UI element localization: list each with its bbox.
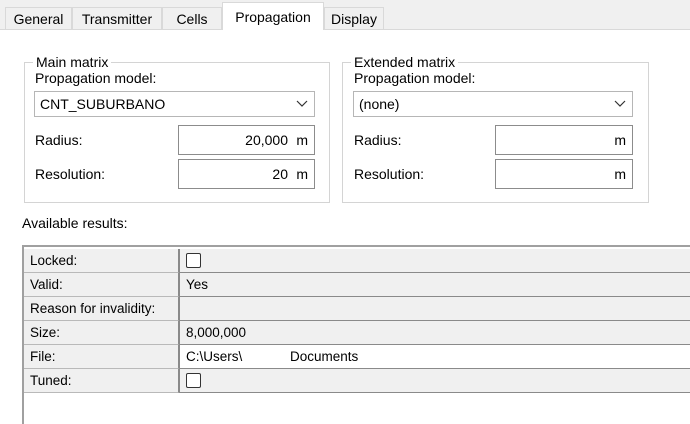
available-results-label: Available results: bbox=[22, 215, 128, 231]
main-propagation-model-select[interactable]: CNT_SUBURBANO bbox=[34, 91, 315, 117]
chevron-down-icon bbox=[614, 100, 626, 107]
tuned-checkbox[interactable] bbox=[186, 373, 201, 388]
extended-resolution-field[interactable]: m bbox=[495, 159, 633, 189]
size-value: 8,000,000 bbox=[186, 325, 247, 340]
table-row: Reason for invalidity: bbox=[24, 297, 690, 321]
reason-for-invalidity-value bbox=[179, 297, 690, 321]
main-radius-label: Radius: bbox=[35, 132, 83, 148]
tab-transmitter[interactable]: Transmitter bbox=[72, 7, 162, 29]
row-name: Size: bbox=[30, 325, 61, 340]
row-name: Tuned: bbox=[30, 373, 72, 388]
main-resolution-value: 20 bbox=[272, 166, 288, 182]
tab-display[interactable]: Display bbox=[324, 7, 384, 29]
row-value-cell bbox=[179, 369, 690, 393]
table-row: Tuned: bbox=[24, 369, 690, 393]
main-resolution-field[interactable]: 20 m bbox=[178, 159, 315, 189]
main-resolution-unit: m bbox=[296, 166, 308, 182]
extended-radius-unit: m bbox=[614, 132, 626, 148]
file-path-end: Documents bbox=[290, 349, 359, 364]
main-propagation-model-label: Propagation model: bbox=[35, 70, 157, 86]
main-radius-unit: m bbox=[296, 132, 308, 148]
extended-propagation-model-value: (none) bbox=[359, 96, 400, 112]
table-row: Valid: Yes bbox=[24, 273, 690, 297]
chevron-down-icon bbox=[296, 100, 308, 107]
extended-resolution-label: Resolution: bbox=[354, 166, 425, 182]
row-name-cell: Reason for invalidity: bbox=[24, 297, 179, 321]
row-value-cell bbox=[179, 249, 690, 273]
row-name: Reason for invalidity: bbox=[30, 301, 156, 316]
locked-checkbox[interactable] bbox=[186, 253, 201, 268]
main-propagation-model-value: CNT_SUBURBANO bbox=[40, 96, 166, 112]
tab-propagation[interactable]: Propagation bbox=[222, 2, 324, 30]
tab-general[interactable]: General bbox=[5, 7, 72, 29]
row-name: Locked: bbox=[30, 253, 78, 268]
row-name-cell: Size: bbox=[24, 321, 179, 345]
table-row: Size: 8,000,000 bbox=[24, 321, 690, 345]
row-name: File: bbox=[30, 349, 56, 364]
valid-value: Yes bbox=[186, 277, 209, 292]
table-row: File: C:\Users\ Documents bbox=[24, 345, 690, 369]
tab-cells[interactable]: Cells bbox=[162, 7, 222, 29]
extended-radius-field[interactable]: m bbox=[495, 125, 633, 155]
row-name-cell: Valid: bbox=[24, 273, 179, 297]
row-name: Valid: bbox=[30, 277, 63, 292]
main-radius-field[interactable]: 20,000 m bbox=[178, 125, 315, 155]
results-property-grid: Locked: Valid: Yes Reason for invalidity… bbox=[22, 245, 690, 424]
row-name-cell: Locked: bbox=[24, 249, 179, 273]
row-value-cell: Yes bbox=[179, 273, 690, 297]
row-value-cell: 8,000,000 bbox=[179, 321, 690, 345]
main-radius-value: 20,000 bbox=[245, 132, 288, 148]
file-path-field[interactable]: C:\Users\ Documents bbox=[179, 345, 690, 369]
extended-radius-label: Radius: bbox=[354, 132, 402, 148]
extended-propagation-model-select[interactable]: (none) bbox=[353, 91, 633, 117]
row-name-cell: Tuned: bbox=[24, 369, 179, 393]
extended-propagation-model-label: Propagation model: bbox=[354, 70, 476, 86]
main-resolution-label: Resolution: bbox=[35, 166, 106, 182]
extended-resolution-unit: m bbox=[614, 166, 626, 182]
file-path-start: C:\Users\ bbox=[186, 349, 243, 364]
row-name-cell: File: bbox=[24, 345, 179, 369]
table-row: Locked: bbox=[24, 249, 690, 273]
